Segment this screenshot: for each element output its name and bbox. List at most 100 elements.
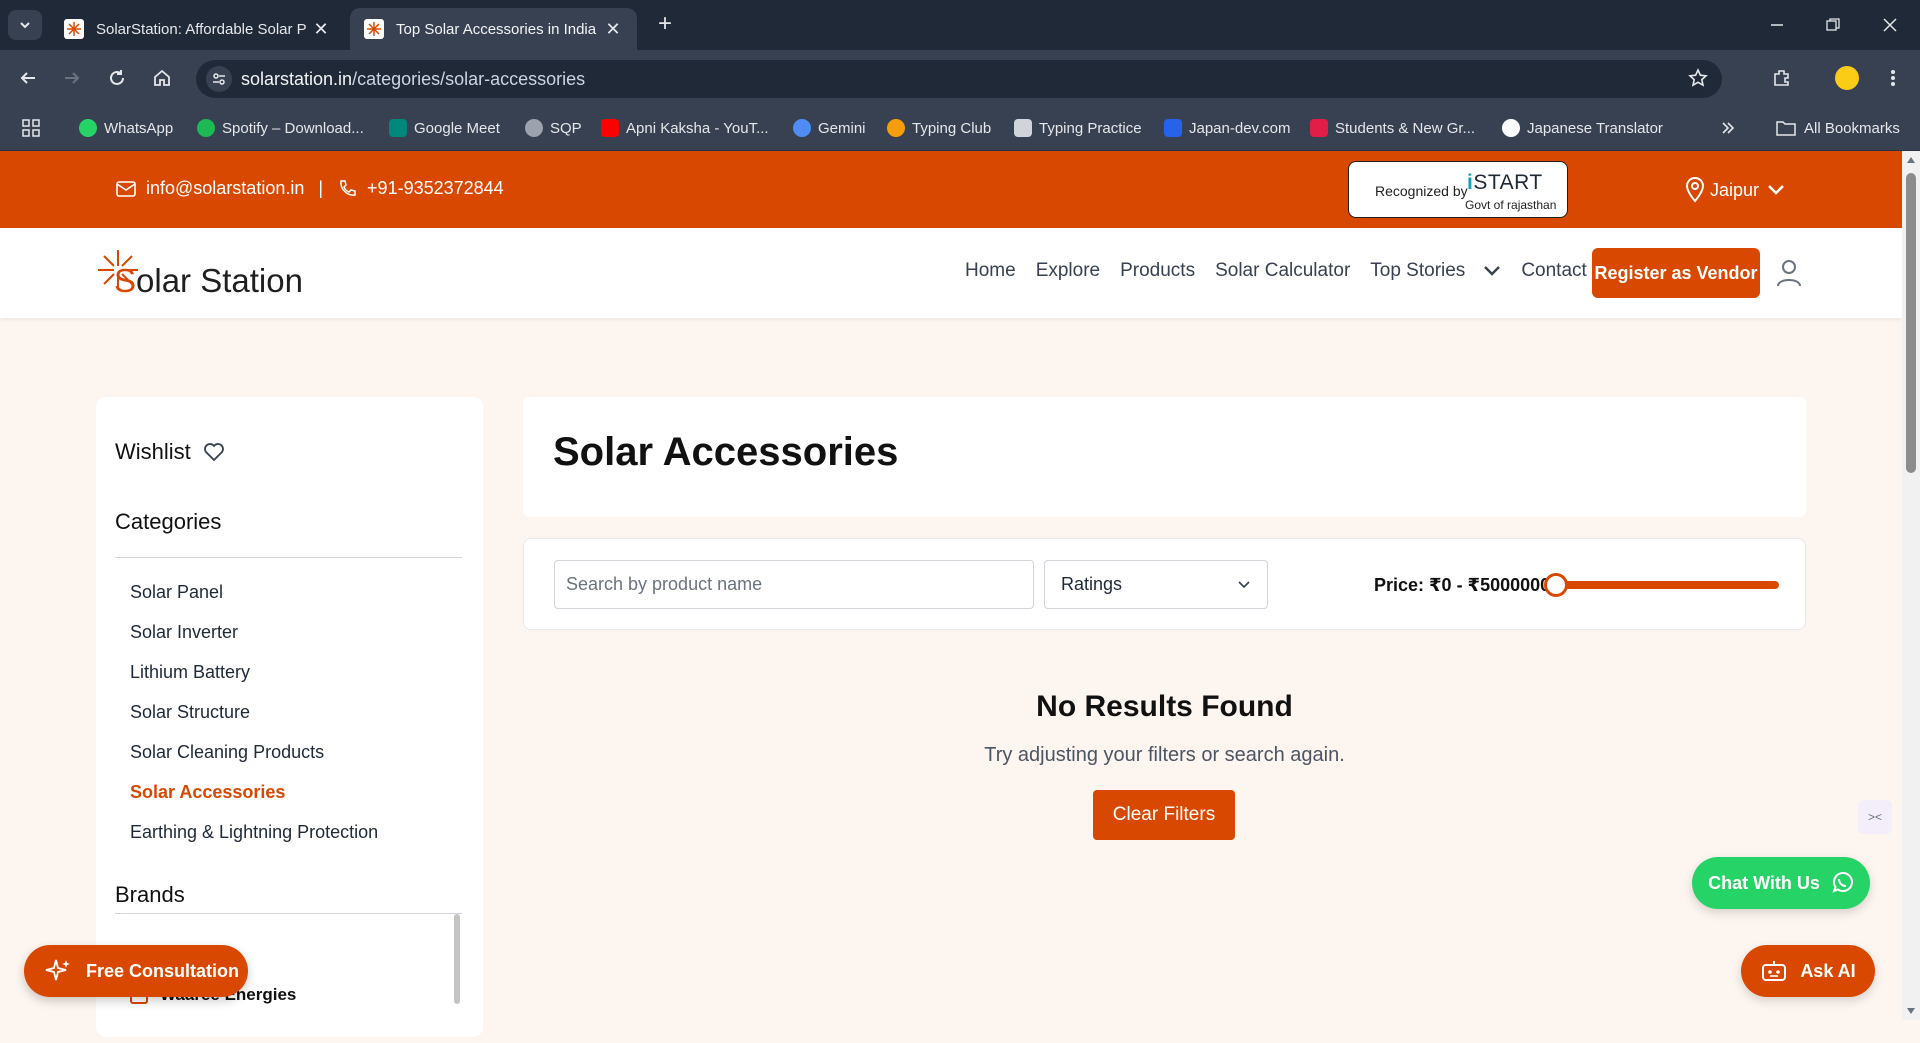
nav-solar-calculator[interactable]: Solar Calculator <box>1215 260 1350 282</box>
tab-search-button[interactable] <box>8 10 42 40</box>
bookmark-whatsapp[interactable]: WhatsApp <box>79 116 173 140</box>
scroll-up-icon[interactable] <box>1907 157 1915 163</box>
logo-text: Solar Station <box>114 262 303 299</box>
youtube-icon <box>601 119 619 137</box>
more-menu-icon[interactable] <box>1878 63 1908 93</box>
bookmark-star-icon[interactable] <box>1688 68 1708 88</box>
category-item[interactable]: Solar Cleaning Products <box>130 740 378 780</box>
price-slider-track[interactable] <box>1554 581 1779 589</box>
nav-explore[interactable]: Explore <box>1036 260 1100 282</box>
category-item[interactable]: Earthing & Lightning Protection <box>130 820 378 860</box>
bookmark-spotify[interactable]: Spotify – Download... <box>197 116 364 140</box>
free-consultation-button[interactable]: Free Consultation <box>24 945 248 997</box>
register-vendor-button[interactable]: Register as Vendor <box>1592 248 1760 298</box>
bookmark-apni-kaksha[interactable]: Apni Kaksha - YouT... <box>601 116 769 140</box>
bookmark-gemini[interactable]: Gemini <box>793 116 866 140</box>
home-icon[interactable] <box>147 63 177 93</box>
back-icon[interactable] <box>13 63 43 93</box>
google-meet-icon <box>389 119 407 137</box>
categories-heading: Categories <box>115 509 222 534</box>
location-pin-icon <box>1685 177 1705 203</box>
url-path: /categories/solar-accessories <box>352 69 586 89</box>
ask-ai-button[interactable]: Ask AI <box>1741 945 1875 997</box>
restore-icon[interactable] <box>1818 10 1848 40</box>
all-bookmarks-label: All Bookmarks <box>1804 119 1900 137</box>
bookmark-google-meet[interactable]: Google Meet <box>389 116 500 140</box>
bookmark-typing-practice[interactable]: Typing Practice <box>1014 116 1142 140</box>
code-widget-icon[interactable]: >< <box>1858 800 1892 834</box>
city-label: Jaipur <box>1710 179 1760 200</box>
istart-badge[interactable]: Recognized by iSTART Govt of rajasthan <box>1348 161 1568 218</box>
chevron-down-icon <box>20 22 30 29</box>
apps-grid-icon[interactable] <box>22 116 40 140</box>
profile-avatar[interactable] <box>1832 63 1862 93</box>
user-icon[interactable] <box>1776 258 1802 288</box>
nav-top-stories[interactable]: Top Stories <box>1370 260 1501 282</box>
globe-icon <box>525 119 543 137</box>
folder-icon <box>1776 121 1796 136</box>
empty-state: No Results Found Try adjusting your filt… <box>523 690 1806 767</box>
category-item[interactable]: Solar Structure <box>130 700 378 740</box>
brands-heading: Brands <box>115 882 185 907</box>
category-item-active[interactable]: Solar Accessories <box>130 780 378 820</box>
consultation-label: Free Consultation <box>86 960 240 981</box>
bookmark-label: Typing Practice <box>1039 119 1142 137</box>
nav-contact[interactable]: Contact <box>1521 260 1586 282</box>
forward-icon[interactable] <box>57 63 87 93</box>
gemini-icon <box>793 119 811 137</box>
category-list: Solar Panel Solar Inverter Lithium Batte… <box>130 580 378 860</box>
istart-subtitle: Govt of rajasthan <box>1465 198 1557 212</box>
url-domain: solarstation.in <box>241 69 353 89</box>
category-item[interactable]: Solar Inverter <box>130 620 378 660</box>
clear-filters-button[interactable]: Clear Filters <box>1093 790 1235 840</box>
close-tab-icon[interactable]: ✕ <box>603 19 623 40</box>
browser-tab-active[interactable]: Top Solar Accessories in India ✕ <box>350 8 637 50</box>
google-icon <box>1502 119 1520 137</box>
solarstation-logo[interactable]: Solar Station <box>96 248 303 299</box>
page-scrollbar[interactable] <box>1902 151 1920 1020</box>
bookmark-students[interactable]: Students & New Gr... <box>1310 116 1475 140</box>
nav-products[interactable]: Products <box>1120 260 1195 282</box>
bookmark-sqp[interactable]: SQP <box>525 116 582 140</box>
close-window-icon[interactable] <box>1875 10 1905 40</box>
new-tab-button[interactable]: + <box>652 12 678 38</box>
extensions-icon[interactable] <box>1767 63 1797 93</box>
reload-icon[interactable] <box>102 63 132 93</box>
address-bar[interactable]: solarstation.in/categories/solar-accesso… <box>196 60 1722 98</box>
site-info-icon[interactable] <box>206 66 232 92</box>
category-item[interactable]: Lithium Battery <box>130 660 378 700</box>
minimize-icon[interactable] <box>1762 10 1792 40</box>
more-bookmarks-icon[interactable] <box>1720 116 1736 140</box>
no-results-title: No Results Found <box>1036 690 1293 723</box>
phone-link[interactable]: +91-9352372844 <box>367 178 504 199</box>
price-slider[interactable] <box>1544 573 1784 597</box>
chat-with-us-button[interactable]: Chat With Us <box>1692 857 1870 909</box>
contact-separator: | <box>318 178 324 198</box>
page-title: Solar Accessories <box>553 430 899 474</box>
category-item[interactable]: Solar Panel <box>130 580 378 620</box>
mail-icon <box>116 180 136 197</box>
price-slider-thumb[interactable] <box>1544 573 1568 597</box>
bookmark-japan-dev[interactable]: Japan-dev.com <box>1164 116 1290 140</box>
browser-tab[interactable]: SolarStation: Affordable Solar P ✕ <box>50 8 345 50</box>
ask-ai-label: Ask AI <box>1800 960 1856 981</box>
close-tab-icon[interactable]: ✕ <box>311 19 331 40</box>
bookmark-typing-club[interactable]: Typing Club <box>887 116 991 140</box>
all-bookmarks[interactable]: All Bookmarks <box>1776 116 1900 140</box>
city-selector[interactable]: Jaipur <box>1684 177 1785 203</box>
scrollbar-thumb[interactable] <box>1906 173 1916 473</box>
scroll-down-icon[interactable] <box>1907 1008 1915 1014</box>
nav-home[interactable]: Home <box>965 260 1016 282</box>
robot-icon <box>1762 961 1787 981</box>
page-title-card: Solar Accessories <box>523 397 1806 517</box>
brands-scrollbar[interactable] <box>454 914 460 1004</box>
bookmark-japanese-translator[interactable]: Japanese Translator <box>1502 116 1663 140</box>
email-link[interactable]: info@solarstation.in <box>146 178 304 199</box>
wishlist-link[interactable]: Wishlist <box>115 439 225 465</box>
bookmark-label: Students & New Gr... <box>1335 119 1476 137</box>
main-nav: Home Explore Products Solar Calculator T… <box>965 260 1607 282</box>
ratings-select[interactable]: Ratings <box>1044 560 1268 609</box>
phone-icon <box>340 179 356 196</box>
search-input[interactable] <box>554 560 1034 609</box>
bookmark-label: Gemini <box>818 119 866 137</box>
